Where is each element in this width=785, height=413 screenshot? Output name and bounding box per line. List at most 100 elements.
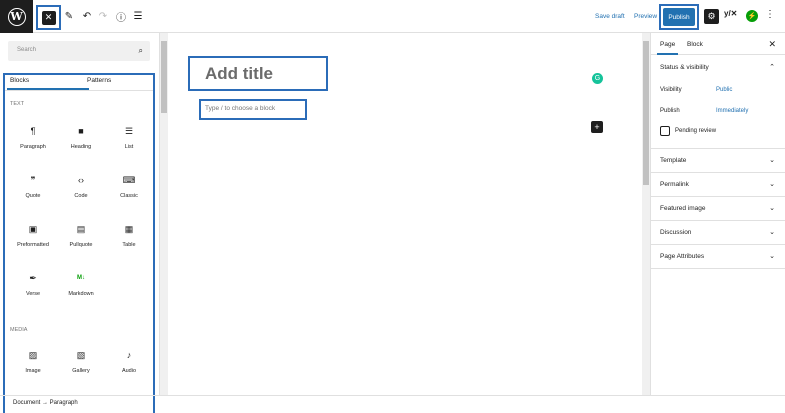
preview-button[interactable]: Preview [634, 13, 657, 20]
tab-patterns[interactable]: Patterns [87, 77, 111, 84]
block-label: Preformatted [17, 242, 49, 248]
grammarly-icon[interactable]: G [592, 73, 603, 84]
tab-blocks[interactable]: Blocks [6, 77, 90, 90]
tab-block[interactable]: Block [687, 41, 703, 48]
block-list[interactable]: ☰ List [107, 125, 151, 150]
publish-highlight: Publish [659, 4, 699, 30]
block-quote[interactable]: ❞ Quote [11, 174, 55, 199]
paragraph-icon: ¶ [30, 126, 36, 136]
block-label: Markdown [68, 291, 94, 297]
breadcrumb[interactable]: Document → Paragraph [13, 400, 78, 406]
block-label: Heading [70, 144, 92, 150]
block-paragraph[interactable]: ¶ Paragraph [11, 125, 55, 150]
block-label: Quote [25, 193, 41, 199]
chevron-down-icon[interactable]: ⌄ [769, 204, 775, 212]
inserter-scrollbar[interactable] [160, 33, 168, 395]
block-markdown[interactable]: M↓ Markdown [59, 272, 103, 297]
scroll-thumb[interactable] [161, 41, 167, 113]
pending-review-checkbox[interactable] [660, 126, 670, 136]
chevron-down-icon[interactable]: ⌄ [769, 156, 775, 164]
divider [651, 196, 785, 197]
blocks-list-highlight: Blocks Patterns TEXT ¶ Paragraph ■ Headi… [3, 73, 155, 413]
canvas-scrollbar[interactable] [642, 33, 650, 395]
block-label: Pullquote [69, 242, 93, 248]
block-label: Paragraph [20, 144, 46, 150]
gallery-icon: ▧ [76, 350, 86, 360]
section-featured-image[interactable]: Featured image [660, 205, 706, 212]
divider [651, 148, 785, 149]
search-icon: ⌕ [138, 46, 143, 55]
block-verse[interactable]: ✒ Verse [11, 272, 55, 297]
chevron-down-icon[interactable]: ⌄ [769, 228, 775, 236]
save-draft-button[interactable]: Save draft [595, 13, 625, 20]
code-icon: ‹› [78, 175, 84, 185]
editor-canvas: Add title Type / to choose a block G + [168, 33, 642, 395]
block-code[interactable]: ‹› Code [59, 174, 103, 199]
search-placeholder: Search [17, 47, 37, 53]
chevron-down-icon[interactable]: ⌄ [769, 252, 775, 260]
info-icon: ⓘ [116, 12, 126, 24]
divider [651, 244, 785, 245]
block-heading[interactable]: ■ Heading [59, 125, 103, 150]
edit-tools-button[interactable]: ✎ [62, 9, 76, 23]
visibility-value-link[interactable]: Public [716, 87, 732, 93]
publish-date-link[interactable]: Immediately [716, 108, 748, 114]
search-block-input[interactable]: Search ⌕ [8, 41, 150, 61]
title-field[interactable]: Add title [188, 56, 328, 91]
footer-bar: Document → Paragraph [0, 396, 785, 413]
audio-icon: ♪ [126, 350, 132, 360]
redo-icon: ↷ [98, 10, 108, 22]
chevron-up-icon[interactable]: ⌃ [769, 63, 775, 71]
wordpress-logo-button[interactable]: W [0, 0, 33, 33]
pullquote-icon: ▤ [76, 224, 86, 234]
details-button[interactable]: ⓘ [114, 9, 128, 24]
chevron-down-icon[interactable]: ⌄ [769, 180, 775, 188]
wordpress-icon: W [7, 7, 26, 26]
more-options-button[interactable]: ⋮ [765, 9, 775, 20]
yoast-seo-button[interactable]: y/✕ [724, 9, 737, 18]
jetpack-icon: ⚡ [747, 13, 757, 20]
divider [651, 220, 785, 221]
block-label: Audio [121, 368, 137, 374]
section-permalink[interactable]: Permalink [660, 181, 689, 188]
settings-button[interactable]: ⚙ [704, 9, 719, 24]
block-inserter-panel: Search ⌕ Blocks Patterns TEXT ¶ Paragrap… [0, 33, 160, 413]
publish-label: Publish [660, 108, 680, 114]
block-image[interactable]: ▨ Image [11, 349, 55, 374]
section-template[interactable]: Template [660, 157, 686, 164]
redo-button[interactable]: ↷ [96, 9, 110, 23]
close-inserter-button[interactable]: ✕ [36, 5, 61, 30]
publish-button[interactable]: Publish [663, 8, 695, 26]
title-placeholder: Add title [205, 64, 273, 83]
section-discussion[interactable]: Discussion [660, 229, 691, 236]
table-icon: ▦ [124, 224, 134, 234]
block-preformatted[interactable]: ▣ Preformatted [11, 223, 55, 248]
paragraph-field[interactable]: Type / to choose a block [199, 99, 307, 120]
add-block-button[interactable]: + [591, 121, 603, 133]
section-page-attributes[interactable]: Page Attributes [660, 253, 704, 260]
scroll-thumb[interactable] [643, 41, 649, 185]
block-table[interactable]: ▦ Table [107, 223, 151, 248]
list-view-icon: ☰ [133, 10, 143, 22]
block-label: List [124, 144, 134, 150]
pencil-icon: ✎ [64, 10, 74, 22]
close-icon: ✕ [41, 10, 56, 25]
block-classic[interactable]: ⌨ Classic [107, 174, 151, 199]
close-sidebar-icon[interactable]: ✕ [768, 39, 776, 50]
block-label: Gallery [72, 368, 90, 374]
block-pullquote[interactable]: ▤ Pullquote [59, 223, 103, 248]
status-visibility-toggle[interactable]: Status & visibility [660, 64, 709, 71]
block-label: Image [25, 368, 41, 374]
tab-page[interactable]: Page [656, 41, 679, 55]
jetpack-button[interactable]: ⚡ [746, 10, 758, 22]
paragraph-placeholder: Type / to choose a block [205, 105, 276, 112]
block-gallery[interactable]: ▧ Gallery [59, 349, 103, 374]
undo-button[interactable]: ↶ [80, 9, 94, 23]
list-view-button[interactable]: ☰ [131, 9, 145, 23]
preformatted-icon: ▣ [28, 224, 38, 234]
block-audio[interactable]: ♪ Audio [107, 349, 151, 374]
top-toolbar: W ✕ ✎ ↶ ↷ ⓘ ☰ Save draft Preview Publish… [0, 0, 785, 33]
divider [651, 172, 785, 173]
inserter-tabs: Blocks Patterns [5, 75, 153, 91]
sidebar-tabs: Page Block ✕ [651, 33, 785, 55]
